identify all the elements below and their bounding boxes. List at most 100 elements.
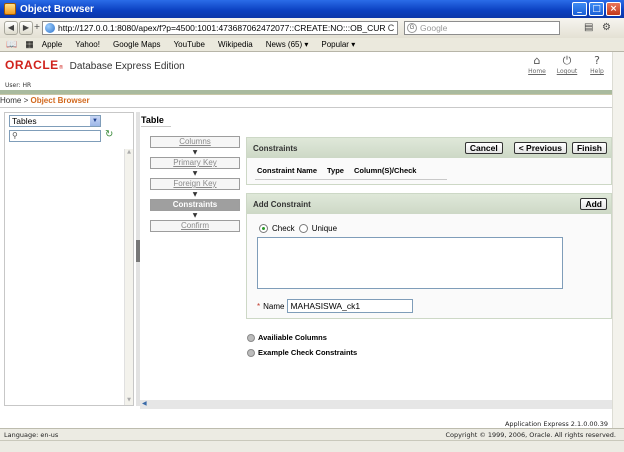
finish-button[interactable]: Finish bbox=[571, 142, 607, 154]
add-constraint-title: Add Constraint bbox=[253, 199, 311, 209]
bookmark-google-maps[interactable]: Google Maps bbox=[113, 40, 161, 49]
breadcrumb-home[interactable]: Home bbox=[0, 96, 21, 105]
forward-button[interactable]: ▶ bbox=[19, 21, 33, 35]
breadcrumb-divider bbox=[0, 107, 612, 108]
constraint-type-radios: Check Unique bbox=[247, 214, 611, 233]
window-titlebar: Object Browser _ □ × bbox=[0, 0, 624, 18]
globe-icon bbox=[45, 23, 55, 33]
help-link[interactable]: ? Help bbox=[586, 54, 608, 75]
constraint-name-input[interactable]: MAHASISWA_ck1 bbox=[287, 299, 414, 313]
reload-icon[interactable]: C bbox=[385, 23, 397, 33]
header-actions: ⌂ Home ⏻ Logout ? Help bbox=[526, 54, 608, 75]
main-horizontal-scrollbar[interactable]: ◀ bbox=[140, 400, 612, 409]
add-tab-button[interactable]: + bbox=[33, 21, 41, 35]
bookmarks-bar: 📖 ▦ Apple Yahoo! Google Maps YouTube Wik… bbox=[0, 38, 624, 52]
available-columns-label: Availiable Columns bbox=[258, 333, 327, 342]
wizard-step-columns[interactable]: Columns bbox=[150, 136, 240, 148]
constraints-region-header: Constraints Cancel < Previous Finish bbox=[247, 138, 611, 158]
logout-label: Logout bbox=[556, 68, 578, 75]
scroll-up-icon[interactable]: ▲ bbox=[125, 149, 133, 157]
gear-icon[interactable]: ⚙ bbox=[602, 22, 611, 33]
minimize-button[interactable]: _ bbox=[572, 2, 587, 16]
check-radio[interactable] bbox=[259, 224, 268, 233]
add-constraint-region-header: Add Constraint Add bbox=[247, 194, 611, 214]
step-arrow-icon: ▼ bbox=[192, 191, 198, 198]
maximize-button[interactable]: □ bbox=[589, 2, 604, 16]
user-label: User: HR bbox=[5, 82, 32, 89]
object-list-panel: Tables ▼ ⚲ ↻ ▲ ▼ bbox=[4, 112, 134, 406]
product-name: Database Express Edition bbox=[69, 61, 185, 72]
language-label: Language: en-us bbox=[4, 431, 59, 439]
google-icon: G bbox=[407, 23, 417, 33]
page-vertical-scrollbar[interactable] bbox=[612, 52, 624, 428]
column-header-constraint-name: Constraint Name bbox=[257, 166, 318, 175]
top-sites-grid-icon[interactable]: ▦ bbox=[25, 39, 34, 50]
logout-link[interactable]: ⏻ Logout bbox=[556, 54, 578, 75]
step-arrow-icon: ▼ bbox=[192, 170, 198, 177]
scroll-left-icon[interactable]: ◀ bbox=[142, 400, 147, 407]
constraints-title: Constraints bbox=[253, 143, 298, 153]
check-radio-label: Check bbox=[272, 224, 295, 233]
home-link[interactable]: ⌂ Home bbox=[526, 54, 548, 75]
table-header-divider bbox=[255, 179, 447, 180]
panel-splitter[interactable] bbox=[136, 112, 140, 406]
logout-icon: ⏻ bbox=[562, 54, 572, 67]
wizard-step-primary-key[interactable]: Primary Key bbox=[150, 157, 240, 169]
scroll-down-icon[interactable]: ▼ bbox=[125, 397, 133, 405]
expand-icon bbox=[247, 348, 255, 357]
footer-status-bar: Language: en-us Copyright © 1999, 2006, … bbox=[0, 428, 624, 452]
refresh-icon[interactable]: ↻ bbox=[105, 129, 113, 140]
back-button[interactable]: ◀ bbox=[4, 21, 18, 35]
add-constraint-region: Add Constraint Add Check Unique * Name M… bbox=[246, 193, 612, 319]
constraint-name-row: * Name MAHASISWA_ck1 bbox=[247, 289, 611, 313]
previous-button[interactable]: < Previous bbox=[513, 142, 567, 154]
help-label: Help bbox=[590, 68, 604, 75]
splitter-handle[interactable] bbox=[136, 240, 140, 262]
object-list-scrollbar[interactable]: ▲ ▼ bbox=[124, 149, 133, 405]
app-icon bbox=[4, 3, 16, 15]
step-arrow-icon: ▼ bbox=[192, 149, 198, 156]
bookmark-apple[interactable]: Apple bbox=[42, 40, 62, 49]
navigation-toolbar: ◀ ▶ + http://127.0.0.1:8080/apex/f?p=450… bbox=[0, 18, 624, 38]
bookmark-yahoo[interactable]: Yahoo! bbox=[75, 40, 100, 49]
cancel-button[interactable]: Cancel bbox=[464, 142, 503, 154]
unique-radio[interactable] bbox=[298, 224, 308, 233]
wizard-step-confirm[interactable]: Confirm bbox=[150, 220, 240, 232]
breadcrumb-current: Object Browser bbox=[30, 96, 90, 105]
page-content: ORACLE ® Database Express Edition User: … bbox=[0, 52, 612, 428]
example-check-constraints-label: Example Check Constraints bbox=[258, 348, 358, 357]
close-button[interactable]: × bbox=[606, 2, 621, 16]
unique-radio-label: Unique bbox=[311, 224, 338, 233]
available-columns-toggle[interactable]: Availiable Columns bbox=[247, 333, 327, 342]
search-input[interactable]: G Google bbox=[404, 21, 560, 35]
object-type-select[interactable]: Tables ▼ bbox=[9, 115, 101, 127]
constraints-table-header: Constraint Name Type Column(S)/Check bbox=[247, 158, 611, 175]
wizard-step-foreign-key[interactable]: Foreign Key bbox=[150, 178, 240, 190]
check-condition-textarea[interactable] bbox=[257, 237, 563, 289]
column-header-type: Type bbox=[327, 166, 344, 175]
bookmark-popular[interactable]: Popular ▾ bbox=[321, 40, 355, 49]
url-bar[interactable]: http://127.0.0.1:8080/apex/f?p=4500:1001… bbox=[42, 21, 398, 35]
bookmarks-book-icon[interactable]: 📖 bbox=[6, 39, 17, 50]
bookmark-wikipedia[interactable]: Wikipedia bbox=[218, 40, 253, 49]
search-icon: ⚲ bbox=[12, 131, 18, 140]
object-search-input[interactable]: ⚲ bbox=[9, 130, 101, 142]
bookmark-youtube[interactable]: YouTube bbox=[174, 40, 205, 49]
expand-icon bbox=[247, 333, 255, 342]
window-title: Object Browser bbox=[20, 3, 94, 15]
header-divider bbox=[0, 94, 612, 95]
help-icon: ? bbox=[594, 54, 600, 67]
example-check-constraints-toggle[interactable]: Example Check Constraints bbox=[247, 348, 357, 357]
home-label: Home bbox=[528, 68, 546, 75]
add-button[interactable]: Add bbox=[580, 198, 607, 210]
url-text: http://127.0.0.1:8080/apex/f?p=4500:1001… bbox=[58, 23, 385, 33]
page-menu-icon[interactable]: ▤ bbox=[584, 22, 593, 33]
oracle-registered-mark: ® bbox=[58, 65, 64, 71]
chevron-down-icon[interactable]: ▼ bbox=[90, 116, 100, 126]
oracle-logo: ORACLE bbox=[5, 58, 59, 72]
search-placeholder: Google bbox=[420, 23, 448, 33]
home-icon: ⌂ bbox=[533, 54, 541, 67]
bookmark-news[interactable]: News (65) ▾ bbox=[266, 40, 309, 49]
main-title: Table bbox=[141, 115, 164, 125]
name-label: Name bbox=[263, 301, 285, 311]
